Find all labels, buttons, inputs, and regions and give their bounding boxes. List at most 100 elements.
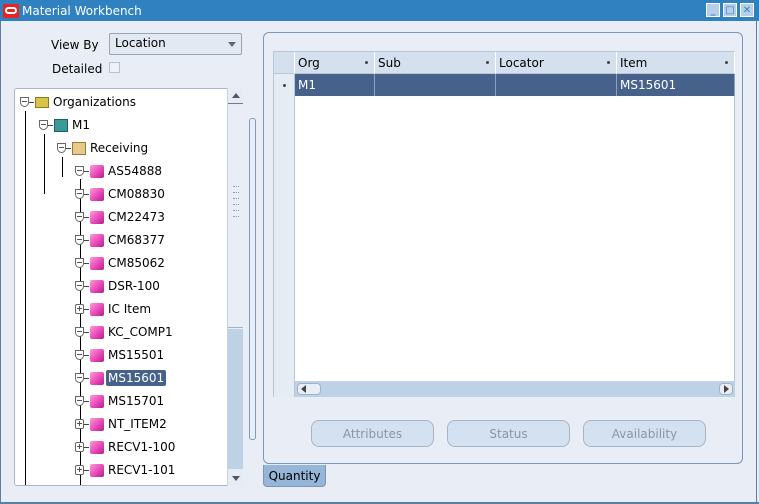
tree-connector: [48, 124, 53, 126]
collapse-icon[interactable]: [75, 235, 84, 245]
column-header-label: Org: [298, 56, 320, 70]
pane-splitter[interactable]: [249, 118, 256, 440]
collapse-icon[interactable]: [39, 120, 48, 130]
tree-node[interactable]: Receiving: [57, 138, 150, 158]
collapse-icon[interactable]: [75, 212, 84, 222]
collapse-icon[interactable]: [75, 396, 84, 406]
current-row-icon: [283, 84, 286, 87]
collapse-icon[interactable]: [75, 258, 84, 268]
expand-icon[interactable]: [75, 304, 84, 314]
collapse-icon[interactable]: [75, 327, 84, 337]
detailed-label: Detailed: [52, 62, 103, 76]
tree-node[interactable]: DSR-100: [75, 276, 162, 296]
minimize-icon[interactable]: _: [706, 3, 720, 17]
item-cube-icon: [90, 279, 104, 293]
tab-quantity[interactable]: Quantity: [263, 465, 326, 487]
cell-locator[interactable]: [496, 74, 617, 96]
navigator-tree: Organizations M1 Receiving AS54888 CM08830 CM…: [14, 88, 243, 486]
expand-icon[interactable]: [75, 442, 84, 452]
cell-org[interactable]: M1: [295, 74, 375, 96]
maximize-icon[interactable]: □: [723, 3, 737, 17]
column-header-label: Item: [620, 56, 648, 70]
cell-sub[interactable]: [375, 74, 496, 96]
tree-node[interactable]: Organizations: [20, 92, 138, 112]
item-cube-icon: [90, 233, 104, 247]
tree-node-label: CM08830: [108, 187, 165, 201]
row-header-corner: [274, 52, 295, 74]
tree-connector: [84, 239, 89, 241]
tree-connector: [84, 423, 89, 425]
organization-icon: [54, 118, 68, 132]
tree-node[interactable]: M1: [39, 115, 92, 135]
expand-icon[interactable]: [75, 465, 84, 475]
status-button[interactable]: Status: [447, 420, 570, 447]
tree-connector: [84, 446, 89, 448]
tree-node[interactable]: RECV1-101: [75, 460, 177, 480]
collapse-icon[interactable]: [75, 373, 84, 383]
tree-node-label: Receiving: [90, 141, 149, 155]
tree-node[interactable]: RECV1-100: [75, 437, 177, 457]
tree-connector: [84, 354, 89, 356]
tree-connector: [84, 400, 89, 402]
column-header-org[interactable]: Org: [295, 52, 375, 74]
row-selector-column[interactable]: [274, 74, 295, 397]
tree-node[interactable]: MS15601: [75, 368, 167, 388]
tree-node-label: RECV1-100: [108, 440, 176, 454]
scroll-down-button[interactable]: [228, 470, 243, 486]
arrow-right-icon: [723, 385, 729, 393]
tree-node[interactable]: CM68377: [75, 230, 167, 250]
column-header-locator[interactable]: Locator: [496, 52, 617, 74]
sort-indicator-icon: [486, 61, 489, 64]
expand-icon[interactable]: [75, 419, 84, 429]
item-cube-icon: [90, 325, 104, 339]
detailed-checkbox[interactable]: [109, 62, 120, 73]
collapse-icon[interactable]: [75, 281, 84, 291]
tree-connector: [84, 170, 89, 172]
tree-connector-line: [25, 111, 26, 485]
tree-connector: [84, 285, 89, 287]
folder-icon: [35, 96, 49, 108]
column-header-sub[interactable]: Sub: [375, 52, 496, 74]
tree-node-label: Organizations: [53, 95, 136, 109]
receiving-icon: [72, 141, 86, 155]
tree-vertical-scrollbar[interactable]: [227, 88, 243, 486]
tree-node[interactable]: NT_ITEM2: [75, 414, 169, 434]
availability-button[interactable]: Availability: [583, 420, 706, 447]
tree-node[interactable]: KC_COMP1: [75, 322, 175, 342]
tree-node-label: KC_COMP1: [108, 325, 173, 339]
tree-node[interactable]: AS54888: [75, 161, 164, 181]
tree-node[interactable]: IC Item: [75, 299, 153, 319]
column-header-item[interactable]: Item: [617, 52, 735, 74]
collapse-icon[interactable]: [75, 189, 84, 199]
scroll-thumb[interactable]: [228, 106, 243, 328]
cell-item[interactable]: MS15601: [617, 74, 735, 96]
close-icon[interactable]: ✕: [740, 3, 754, 17]
scroll-right-button[interactable]: [719, 383, 733, 395]
tree-node-label: CM68377: [108, 233, 165, 247]
collapse-icon[interactable]: [75, 350, 84, 360]
tree-node[interactable]: CM85062: [75, 253, 167, 273]
tree-node-label: MS15501: [108, 348, 165, 362]
scroll-track[interactable]: [228, 329, 243, 469]
tree-node-label: RECV1-101: [108, 463, 176, 477]
column-header-label: Locator: [499, 56, 544, 70]
column-header-label: Sub: [378, 56, 401, 70]
collapse-icon[interactable]: [20, 97, 29, 107]
scroll-left-button[interactable]: [297, 383, 321, 395]
tree-node[interactable]: CM08830: [75, 184, 167, 204]
tree-node[interactable]: MS15501: [75, 345, 166, 365]
results-grid: Org Sub Locator Item M1 MS15601: [273, 51, 735, 397]
view-by-label: View By: [51, 38, 99, 52]
item-cube-icon: [90, 394, 104, 408]
tree-node-label: AS54888: [108, 164, 162, 178]
attributes-button[interactable]: Attributes: [311, 420, 434, 447]
arrow-down-icon: [231, 475, 240, 481]
view-by-select[interactable]: Location: [109, 33, 242, 55]
tree-node[interactable]: MS15701: [75, 391, 166, 411]
grid-horizontal-scrollbar[interactable]: [295, 381, 735, 397]
collapse-icon[interactable]: [57, 143, 66, 153]
tree-node[interactable]: CM22473: [75, 207, 167, 227]
scroll-up-button[interactable]: [228, 88, 243, 104]
collapse-icon[interactable]: [75, 166, 84, 176]
tree-node-label: NT_ITEM2: [108, 417, 167, 431]
